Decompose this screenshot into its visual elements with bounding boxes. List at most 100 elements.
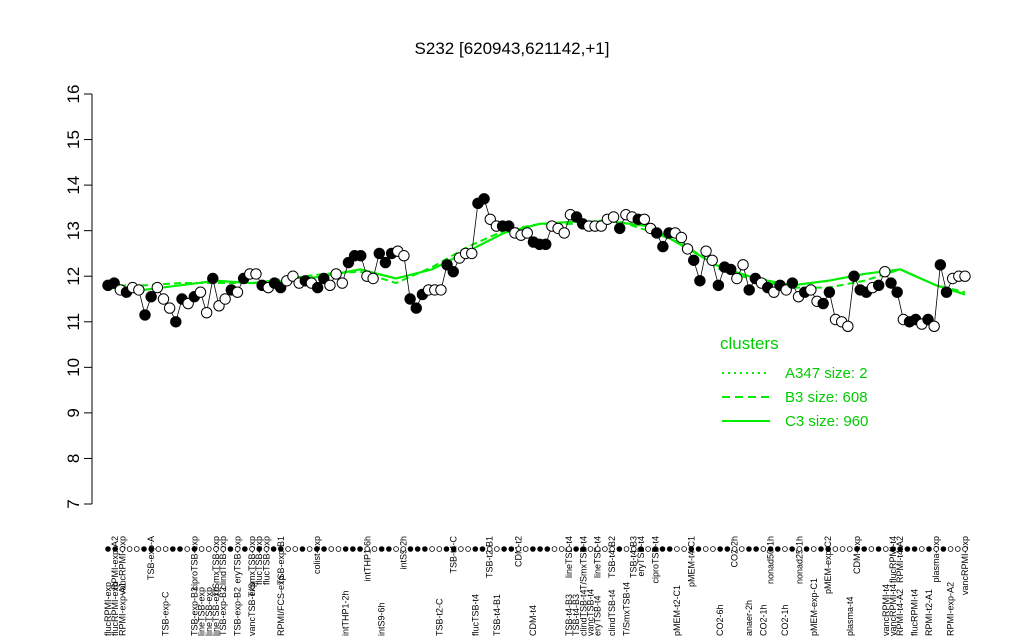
- data-point: [250, 268, 262, 280]
- data-point: [959, 270, 971, 282]
- data-point: [940, 286, 953, 298]
- data-point: [614, 222, 626, 235]
- rug-mark: [717, 546, 723, 552]
- data-point: [139, 309, 151, 321]
- rug-mark: [501, 546, 507, 552]
- rug-mark: [407, 546, 414, 552]
- rug-mark: [544, 546, 551, 552]
- rug-mark: [400, 546, 407, 552]
- x-top-label: nonad25-1h: [794, 536, 804, 584]
- rug-mark: [429, 546, 435, 552]
- x-bottom-label: pMEM-t2-C1: [672, 585, 682, 636]
- rug-mark: [695, 546, 702, 552]
- x-bottom-label: CO2-1h: [780, 604, 790, 636]
- data-point: [725, 263, 737, 276]
- rug-mark: [335, 546, 342, 552]
- rug-mark: [746, 546, 752, 552]
- data-point: [558, 227, 570, 239]
- data-point: [651, 227, 663, 239]
- rug-mark: [868, 546, 875, 552]
- x-bottom-label: TSB-exp-B2: [233, 587, 243, 636]
- data-point: [330, 268, 342, 280]
- rug-mark: [177, 546, 183, 552]
- rug-mark: [105, 546, 111, 552]
- rug-mark: [227, 546, 234, 552]
- data-point: [336, 277, 348, 289]
- rug-mark: [846, 546, 853, 552]
- x-bottom-label: RPMI-exp-A2: [946, 582, 956, 636]
- x-bottom-label: TSB-t2-C: [434, 598, 444, 636]
- data-point: [885, 277, 897, 289]
- rug-mark: [249, 546, 255, 552]
- y-tick-label: 11: [64, 313, 83, 331]
- data-point: [170, 316, 182, 328]
- x-top-label: intS9-2h: [398, 536, 408, 570]
- rug-mark: [702, 546, 709, 552]
- rug-mark: [962, 546, 968, 552]
- rug-mark: [155, 546, 162, 552]
- rug-mark: [141, 546, 147, 552]
- x-bottom-label: intTHP1-2h: [341, 590, 351, 636]
- x-bottom-label: T/SmxTSB-t4: [622, 582, 632, 636]
- rug-mark: [278, 546, 284, 552]
- rug-mark: [378, 546, 385, 552]
- rug-mark: [839, 546, 846, 552]
- data-point: [688, 254, 700, 266]
- rug-mark: [162, 546, 169, 552]
- x-top-label: lineTSB-t4: [593, 536, 603, 578]
- x-top-label: lineTSB-t4: [564, 536, 574, 578]
- data-point: [521, 227, 533, 239]
- rug-mark: [494, 546, 500, 552]
- rug-mark: [422, 546, 428, 552]
- x-top-label: plasma-exp: [931, 536, 941, 583]
- y-axis: 7 8 9 10 11 12 13 14 15 16: [64, 85, 93, 509]
- rug-mark: [393, 546, 399, 552]
- data-point: [194, 286, 207, 298]
- x-bottom-label: CO2-1h: [758, 604, 768, 636]
- x-bottom-label: CDM-t4: [528, 605, 538, 636]
- data-point: [879, 265, 891, 278]
- data-point: [657, 240, 669, 253]
- rug-mark: [825, 546, 831, 552]
- rug-mark: [645, 546, 651, 552]
- data-point: [731, 272, 743, 285]
- y-tick-label: 8: [64, 454, 83, 463]
- rug-mark: [875, 546, 882, 552]
- data-point: [207, 272, 219, 285]
- data-point: [848, 270, 860, 282]
- x-top-label: vancRPMI-exp: [960, 536, 970, 595]
- y-tick-label: 16: [64, 85, 83, 104]
- rug-mark: [170, 546, 176, 552]
- rug-mark: [738, 546, 745, 552]
- rug-mark: [616, 546, 623, 552]
- rug-mark: [328, 546, 335, 552]
- legend: clusters A347 size: 2 B3 size: 608 C3 size…: [720, 334, 868, 430]
- rug-mark: [112, 546, 119, 552]
- data-point: [737, 259, 749, 271]
- rug-mark: [148, 546, 155, 552]
- rug-mark: [119, 546, 126, 552]
- x-top-label: TSB-exp-A: [146, 536, 156, 580]
- rug-mark: [926, 546, 932, 552]
- rug-mark: [940, 546, 947, 552]
- rug-mark: [594, 546, 601, 552]
- data-point: [638, 213, 651, 225]
- data-point: [706, 254, 718, 266]
- rug-mark: [710, 546, 716, 552]
- data-point: [817, 297, 829, 310]
- x-bottom-label: RPMI-t2-A1: [924, 589, 934, 636]
- x-bottom-label: vancTSB-exp: [247, 582, 257, 636]
- rug-mark: [666, 546, 673, 552]
- data-point: [145, 291, 157, 303]
- rug-mark: [450, 546, 457, 552]
- rug-mark: [803, 546, 810, 552]
- rug-mark: [486, 546, 493, 552]
- rug-mark: [242, 546, 248, 552]
- rug-mark: [551, 546, 558, 552]
- rug-mark: [386, 546, 392, 552]
- rug-mark: [854, 546, 860, 552]
- data-point: [157, 293, 170, 305]
- rug-mark: [933, 546, 939, 552]
- data-point: [447, 265, 459, 278]
- data-point: [219, 293, 231, 305]
